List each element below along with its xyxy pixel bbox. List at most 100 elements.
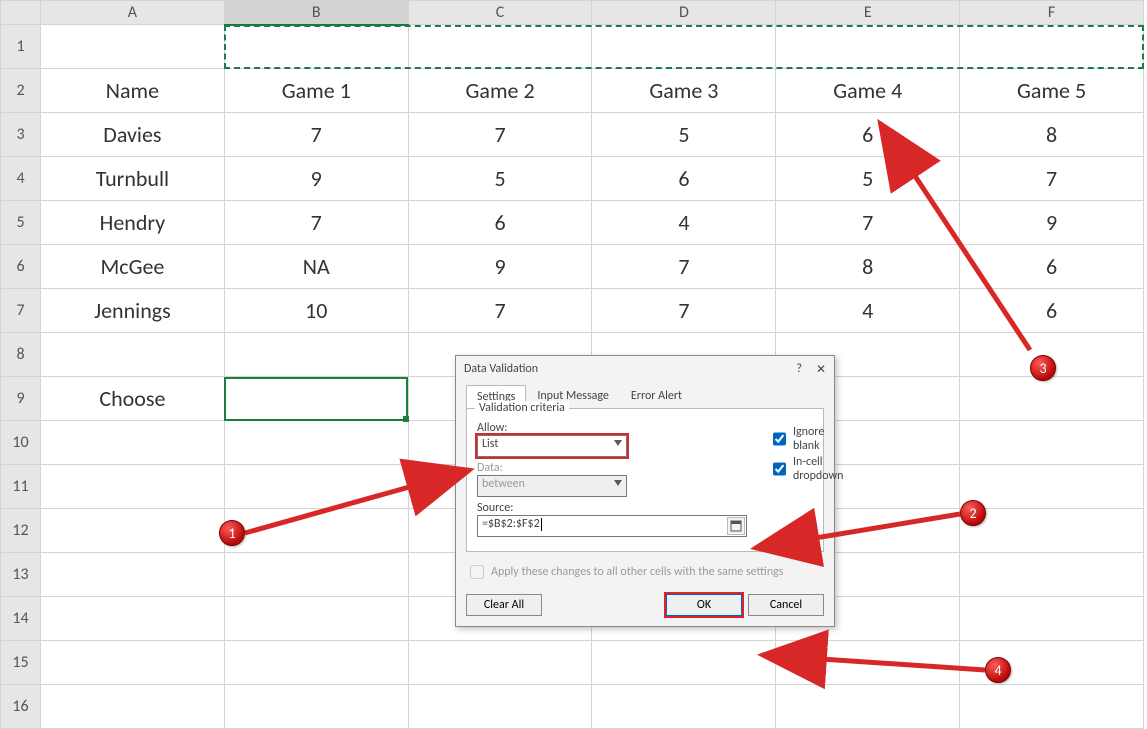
- col-header-B[interactable]: B: [224, 1, 408, 25]
- cell[interactable]: [408, 685, 592, 729]
- cell[interactable]: Game 2: [408, 69, 592, 113]
- cell[interactable]: [41, 25, 225, 69]
- cell[interactable]: 6: [960, 289, 1144, 333]
- cell[interactable]: [224, 641, 408, 685]
- ignore-blank-checkbox[interactable]: Ignore blank: [769, 425, 844, 453]
- cell[interactable]: 4: [592, 201, 776, 245]
- cell[interactable]: 9: [224, 157, 408, 201]
- cell[interactable]: [960, 25, 1144, 69]
- cell[interactable]: 7: [224, 113, 408, 157]
- cell[interactable]: [960, 377, 1144, 421]
- row-header[interactable]: 14: [1, 597, 41, 641]
- cell[interactable]: 8: [776, 245, 960, 289]
- col-header-F[interactable]: F: [960, 1, 1144, 25]
- row-header[interactable]: 12: [1, 509, 41, 553]
- row-header[interactable]: 3: [1, 113, 41, 157]
- cell[interactable]: [41, 465, 225, 509]
- cell[interactable]: [960, 597, 1144, 641]
- tab-error-alert[interactable]: Error Alert: [620, 384, 693, 408]
- help-icon[interactable]: ?: [796, 362, 802, 377]
- row-header[interactable]: 11: [1, 465, 41, 509]
- cell[interactable]: 8: [960, 113, 1144, 157]
- cell[interactable]: Game 4: [776, 69, 960, 113]
- cell[interactable]: 7: [592, 289, 776, 333]
- row-header[interactable]: 16: [1, 685, 41, 729]
- cell[interactable]: 6: [408, 201, 592, 245]
- cell[interactable]: 5: [776, 157, 960, 201]
- clear-all-button[interactable]: Clear All: [466, 594, 542, 616]
- row-header[interactable]: 7: [1, 289, 41, 333]
- cell[interactable]: 5: [592, 113, 776, 157]
- cell[interactable]: Jennings: [41, 289, 225, 333]
- cell[interactable]: NA: [224, 245, 408, 289]
- cell[interactable]: [224, 597, 408, 641]
- cell[interactable]: 7: [960, 157, 1144, 201]
- cell[interactable]: [224, 509, 408, 553]
- incell-dropdown-checkbox[interactable]: In-cell dropdown: [769, 455, 844, 483]
- cell[interactable]: [224, 553, 408, 597]
- row-header[interactable]: 6: [1, 245, 41, 289]
- cell[interactable]: 7: [408, 289, 592, 333]
- range-picker-icon[interactable]: [727, 517, 745, 535]
- cell[interactable]: [41, 333, 225, 377]
- row-header[interactable]: 15: [1, 641, 41, 685]
- cell[interactable]: [224, 465, 408, 509]
- cell[interactable]: 6: [776, 113, 960, 157]
- cell[interactable]: [408, 25, 592, 69]
- cell[interactable]: Game 3: [592, 69, 776, 113]
- cell[interactable]: [224, 333, 408, 377]
- col-header-D[interactable]: D: [592, 1, 776, 25]
- cell[interactable]: [41, 553, 225, 597]
- cell[interactable]: [960, 685, 1144, 729]
- row-header[interactable]: 5: [1, 201, 41, 245]
- cell[interactable]: [41, 685, 225, 729]
- cell[interactable]: [960, 553, 1144, 597]
- cell[interactable]: Turnbull: [41, 157, 225, 201]
- row-header[interactable]: 4: [1, 157, 41, 201]
- row-header[interactable]: 10: [1, 421, 41, 465]
- col-header-A[interactable]: A: [41, 1, 225, 25]
- cell[interactable]: Hendry: [41, 201, 225, 245]
- cell[interactable]: 7: [776, 201, 960, 245]
- cell[interactable]: Game 1: [224, 69, 408, 113]
- cell[interactable]: [224, 685, 408, 729]
- row-header[interactable]: 1: [1, 25, 41, 69]
- cell[interactable]: 5: [408, 157, 592, 201]
- cell[interactable]: 6: [592, 157, 776, 201]
- cell[interactable]: 4: [776, 289, 960, 333]
- col-header-C[interactable]: C: [408, 1, 592, 25]
- cell-selected[interactable]: [224, 377, 408, 421]
- cell[interactable]: 6: [960, 245, 1144, 289]
- cell[interactable]: 10: [224, 289, 408, 333]
- cell[interactable]: [776, 685, 960, 729]
- cell[interactable]: 9: [408, 245, 592, 289]
- cell[interactable]: Game 5: [960, 69, 1144, 113]
- cell[interactable]: [960, 421, 1144, 465]
- allow-dropdown[interactable]: List: [477, 435, 627, 457]
- cell[interactable]: [408, 641, 592, 685]
- cell[interactable]: 9: [960, 201, 1144, 245]
- cell[interactable]: [224, 421, 408, 465]
- cell[interactable]: Choose: [41, 377, 225, 421]
- cell[interactable]: [41, 509, 225, 553]
- row-header[interactable]: 2: [1, 69, 41, 113]
- ok-button[interactable]: OK: [666, 594, 742, 616]
- select-all-corner[interactable]: [1, 1, 41, 25]
- cell[interactable]: McGee: [41, 245, 225, 289]
- cell[interactable]: [592, 25, 776, 69]
- cell[interactable]: 7: [592, 245, 776, 289]
- source-input[interactable]: =$B$2:$F$2: [477, 515, 747, 537]
- row-header[interactable]: 13: [1, 553, 41, 597]
- cell[interactable]: 7: [408, 113, 592, 157]
- cell[interactable]: [776, 25, 960, 69]
- cell[interactable]: [41, 597, 225, 641]
- cell[interactable]: [776, 641, 960, 685]
- cancel-button[interactable]: Cancel: [748, 594, 824, 616]
- cell[interactable]: Name: [41, 69, 225, 113]
- cell[interactable]: [41, 641, 225, 685]
- cell[interactable]: [41, 421, 225, 465]
- cell[interactable]: [592, 641, 776, 685]
- close-icon[interactable]: ✕: [816, 362, 826, 377]
- cell[interactable]: [224, 25, 408, 69]
- col-header-E[interactable]: E: [776, 1, 960, 25]
